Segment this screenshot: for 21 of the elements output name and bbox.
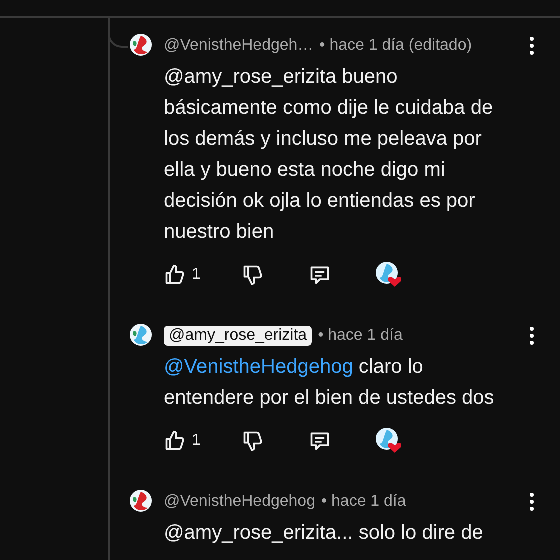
comment-text: @VenistheHedgehog claro lo entendere por el bien de ustedes dos	[164, 355, 496, 411]
dislike-icon[interactable]	[242, 264, 264, 286]
like-icon[interactable]	[164, 264, 186, 286]
avatar-icon[interactable]	[130, 490, 152, 512]
comment-text: @amy_rose_erizita... solo lo dire de	[164, 521, 484, 546]
comment-time: • hace 1 día	[321, 493, 406, 511]
reply-icon[interactable]	[309, 264, 331, 286]
comment-time: • hace 1 día	[318, 327, 403, 345]
like-button[interactable]: 1	[164, 430, 242, 452]
comment-text: @amy_rose_erizita bueno básicamente como dije le cuidaba de los demás y incluso me peleava por ella y bueno esta noche digo mi decisión ok ojla lo entiendas es por nuestro bien	[164, 65, 494, 245]
reply-icon[interactable]	[309, 430, 331, 452]
avatar-icon[interactable]	[130, 34, 152, 56]
dislike-icon[interactable]	[242, 430, 264, 452]
mention-link[interactable]: @VenistheHedgehog	[164, 356, 354, 378]
avatar-icon[interactable]	[130, 324, 152, 346]
like-button[interactable]: 1	[164, 264, 242, 286]
comment-author[interactable]: @VenistheHedgeh…	[164, 37, 314, 55]
like-icon[interactable]	[164, 430, 186, 452]
comment-author[interactable]: @amy_rose_erizita	[164, 326, 312, 346]
comment-time: • hace 1 día (editado)	[320, 37, 472, 55]
comment-author[interactable]: @VenistheHedgehog	[164, 493, 316, 511]
